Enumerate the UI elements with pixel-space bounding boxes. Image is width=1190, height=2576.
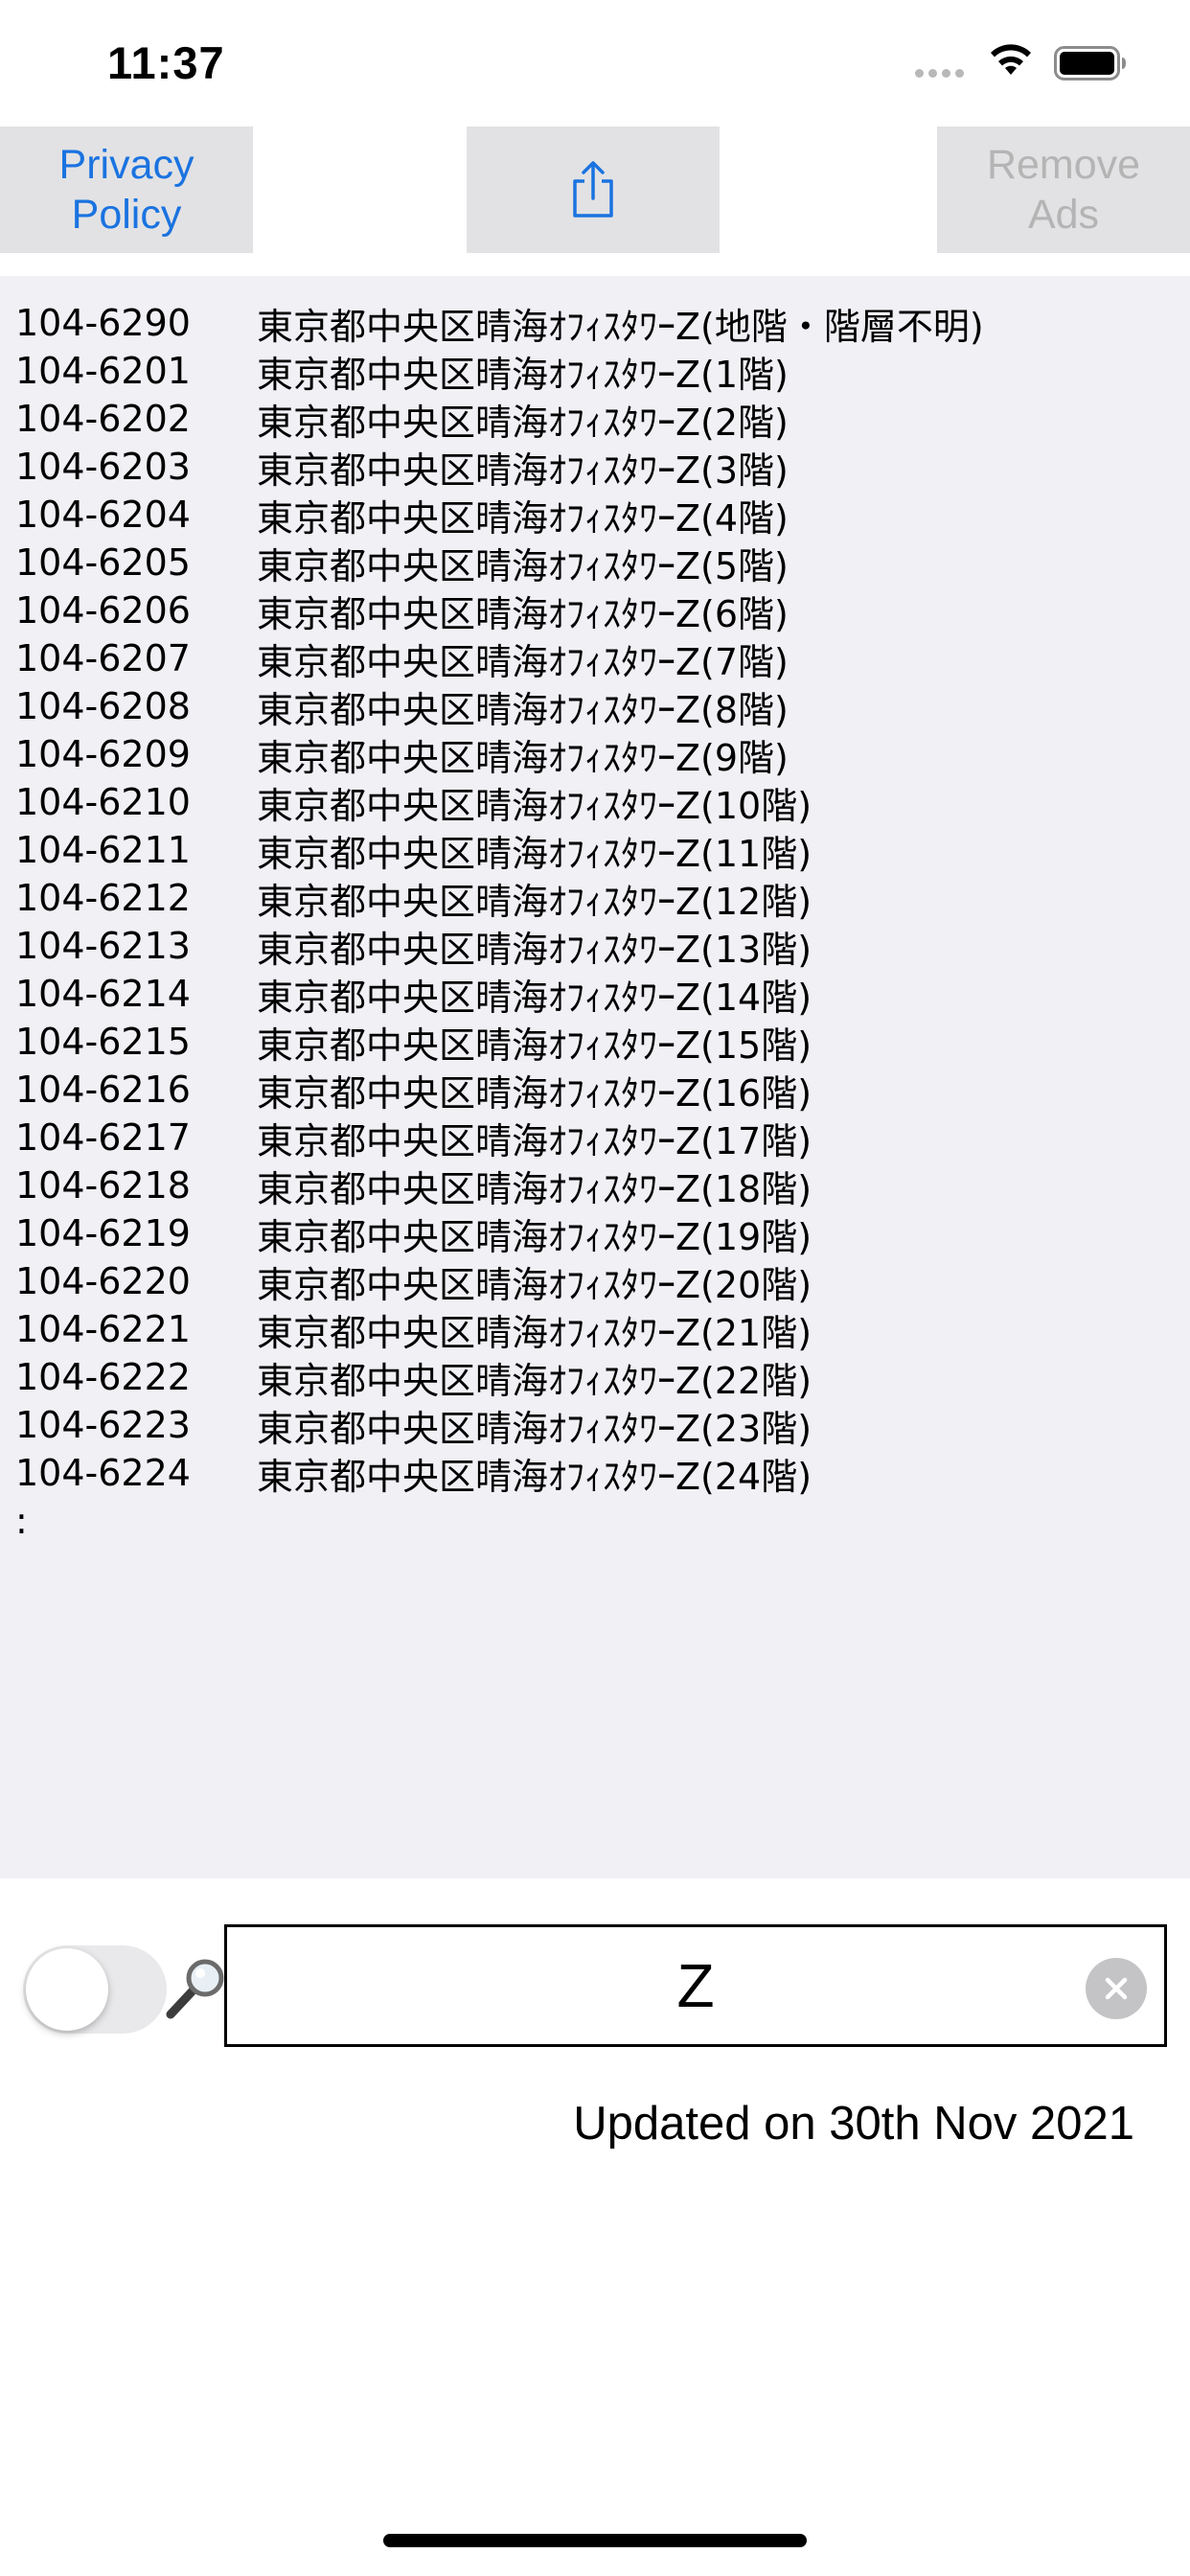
postal-code: 104-6211 bbox=[15, 829, 191, 871]
result-row: 104-6210 東京都中央区晴海ｵﾌｨｽﾀﾜｰZ(10階) bbox=[15, 778, 984, 827]
result-row: 104-6221 東京都中央区晴海ｵﾌｨｽﾀﾜｰZ(21階) bbox=[15, 1305, 984, 1354]
postal-code: 104-6203 bbox=[15, 446, 191, 488]
address-text: 東京都中央区晴海ｵﾌｨｽﾀﾜｰZ(22階) bbox=[257, 1359, 812, 1402]
address-text: 東京都中央区晴海ｵﾌｨｽﾀﾜｰZ(6階) bbox=[257, 592, 789, 635]
address-text: 東京都中央区晴海ｵﾌｨｽﾀﾜｰZ(1階) bbox=[257, 353, 789, 396]
updated-label: Updated on 30th Nov 2021 bbox=[573, 2098, 1134, 2150]
postal-code: 104-6224 bbox=[15, 1452, 191, 1494]
address-text: 東京都中央区晴海ｵﾌｨｽﾀﾜｰZ(2階) bbox=[257, 401, 789, 444]
result-row: 104-6205 東京都中央区晴海ｵﾌｨｽﾀﾜｰZ(5階) bbox=[15, 539, 984, 587]
result-row: 104-6206 東京都中央区晴海ｵﾌｨｽﾀﾜｰZ(6階) bbox=[15, 586, 984, 635]
postal-code: 104-6290 bbox=[15, 302, 191, 344]
address-text: 東京都中央区晴海ｵﾌｨｽﾀﾜｰZ(17階) bbox=[257, 1119, 812, 1162]
postal-code: 104-6207 bbox=[15, 637, 191, 679]
postal-code: 104-6221 bbox=[15, 1308, 191, 1350]
postal-code: 104-6206 bbox=[15, 589, 191, 632]
result-row: 104-6201 東京都中央区晴海ｵﾌｨｽﾀﾜｰZ(1階) bbox=[15, 347, 984, 396]
result-row: 104-6214 東京都中央区晴海ｵﾌｨｽﾀﾜｰZ(14階) bbox=[15, 970, 984, 1019]
result-row: 104-6223 東京都中央区晴海ｵﾌｨｽﾀﾜｰZ(23階) bbox=[15, 1401, 984, 1450]
postal-code: 104-6209 bbox=[15, 733, 191, 775]
share-button[interactable] bbox=[467, 126, 720, 253]
address-text: 東京都中央区晴海ｵﾌｨｽﾀﾜｰZ(9階) bbox=[257, 736, 789, 779]
postal-code: 104-6212 bbox=[15, 877, 191, 919]
address-text: 東京都中央区晴海ｵﾌｨｽﾀﾜｰZ(7階) bbox=[257, 640, 789, 683]
result-row: 104-6220 東京都中央区晴海ｵﾌｨｽﾀﾜｰZ(20階) bbox=[15, 1257, 984, 1306]
more-indicator: : bbox=[15, 1500, 28, 1542]
result-row: 104-6211 東京都中央区晴海ｵﾌｨｽﾀﾜｰZ(11階) bbox=[15, 826, 984, 875]
address-text: 東京都中央区晴海ｵﾌｨｽﾀﾜｰZ(24階) bbox=[257, 1455, 812, 1498]
address-text: 東京都中央区晴海ｵﾌｨｽﾀﾜｰZ(15階) bbox=[257, 1024, 812, 1067]
postal-code: 104-6208 bbox=[15, 685, 191, 727]
address-text: 東京都中央区晴海ｵﾌｨｽﾀﾜｰZ(18階) bbox=[257, 1167, 812, 1210]
address-text: 東京都中央区晴海ｵﾌｨｽﾀﾜｰZ(16階) bbox=[257, 1071, 812, 1115]
clear-icon bbox=[1105, 1977, 1128, 2000]
privacy-policy-button[interactable]: Privacy Policy bbox=[0, 126, 253, 253]
address-text: 東京都中央区晴海ｵﾌｨｽﾀﾜｰZ(14階) bbox=[257, 976, 812, 1019]
search-box bbox=[224, 1924, 1167, 2047]
postal-code: 104-6218 bbox=[15, 1164, 191, 1207]
address-text: 東京都中央区晴海ｵﾌｨｽﾀﾜｰZ(11階) bbox=[257, 832, 812, 875]
status-time: 11:37 bbox=[107, 37, 225, 88]
postal-code: 104-6202 bbox=[15, 398, 191, 440]
result-row: 104-6219 東京都中央区晴海ｵﾌｨｽﾀﾜｰZ(19階) bbox=[15, 1209, 984, 1258]
wifi-icon bbox=[991, 44, 1031, 75]
postal-code: 104-6210 bbox=[15, 781, 191, 823]
result-row: 104-6212 東京都中央区晴海ｵﾌｨｽﾀﾜｰZ(12階) bbox=[15, 874, 984, 923]
home-indicator[interactable] bbox=[383, 2534, 807, 2547]
address-text: 東京都中央区晴海ｵﾌｨｽﾀﾜｰZ(3階) bbox=[257, 448, 789, 492]
clear-button[interactable] bbox=[1086, 1958, 1147, 2019]
address-text: 東京都中央区晴海ｵﾌｨｽﾀﾜｰZ(12階) bbox=[257, 880, 812, 923]
result-row: 104-6216 東京都中央区晴海ｵﾌｨｽﾀﾜｰZ(16階) bbox=[15, 1066, 984, 1115]
address-text: 東京都中央区晴海ｵﾌｨｽﾀﾜｰZ(13階) bbox=[257, 928, 812, 971]
postal-code: 104-6205 bbox=[15, 541, 191, 584]
postal-code: 104-6223 bbox=[15, 1404, 191, 1446]
result-row: 104-6215 東京都中央区晴海ｵﾌｨｽﾀﾜｰZ(15階) bbox=[15, 1018, 984, 1067]
result-row: 104-6207 東京都中央区晴海ｵﾌｨｽﾀﾜｰZ(7階) bbox=[15, 634, 984, 683]
postal-code: 104-6214 bbox=[15, 973, 191, 1015]
share-icon bbox=[573, 161, 613, 218]
postal-code: 104-6217 bbox=[15, 1116, 191, 1159]
postal-code: 104-6220 bbox=[15, 1260, 191, 1302]
address-text: 東京都中央区晴海ｵﾌｨｽﾀﾜｰZ(5階) bbox=[257, 544, 789, 587]
result-row: 104-6202 東京都中央区晴海ｵﾌｨｽﾀﾜｰZ(2階) bbox=[15, 395, 984, 444]
result-row: 104-6204 東京都中央区晴海ｵﾌｨｽﾀﾜｰZ(4階) bbox=[15, 491, 984, 540]
postal-code: 104-6219 bbox=[15, 1212, 191, 1254]
results-panel[interactable]: 104-6290 東京都中央区晴海ｵﾌｨｽﾀﾜｰZ(地階・階層不明) 104-620… bbox=[0, 276, 1190, 1878]
address-text: 東京都中央区晴海ｵﾌｨｽﾀﾜｰZ(4階) bbox=[257, 496, 789, 540]
postal-code: 104-6216 bbox=[15, 1069, 191, 1111]
address-text: 東京都中央区晴海ｵﾌｨｽﾀﾜｰZ(20階) bbox=[257, 1263, 812, 1306]
result-row: 104-6217 東京都中央区晴海ｵﾌｨｽﾀﾜｰZ(17階) bbox=[15, 1114, 984, 1162]
results-list: 104-6290 東京都中央区晴海ｵﾌｨｽﾀﾜｰZ(地階・階層不明) 104-620… bbox=[15, 299, 984, 1545]
result-row: 104-6213 東京都中央区晴海ｵﾌｨｽﾀﾜｰZ(13階) bbox=[15, 922, 984, 971]
address-text: 東京都中央区晴海ｵﾌｨｽﾀﾜｰZ(19階) bbox=[257, 1215, 812, 1258]
result-row: 104-6290 東京都中央区晴海ｵﾌｨｽﾀﾜｰZ(地階・階層不明) bbox=[15, 299, 984, 348]
address-text: 東京都中央区晴海ｵﾌｨｽﾀﾜｰZ(23階) bbox=[257, 1407, 812, 1450]
address-text: 東京都中央区晴海ｵﾌｨｽﾀﾜｰZ(地階・階層不明) bbox=[257, 305, 984, 348]
result-row: 104-6209 東京都中央区晴海ｵﾌｨｽﾀﾜｰZ(9階) bbox=[15, 730, 984, 779]
toggle-knob bbox=[26, 1948, 108, 2031]
result-row: 104-6218 東京都中央区晴海ｵﾌｨｽﾀﾜｰZ(18階) bbox=[15, 1162, 984, 1210]
cellular-dots-icon bbox=[915, 69, 964, 78]
result-row: 104-6222 東京都中央区晴海ｵﾌｨｽﾀﾜｰZ(22階) bbox=[15, 1353, 984, 1402]
magnifier-icon bbox=[166, 1959, 224, 2019]
result-row: 104-6208 東京都中央区晴海ｵﾌｨｽﾀﾜｰZ(8階) bbox=[15, 682, 984, 731]
postal-code: 104-6215 bbox=[15, 1021, 191, 1063]
postal-code: 104-6204 bbox=[15, 494, 191, 536]
search-input[interactable] bbox=[227, 1927, 1164, 2044]
postal-code: 104-6222 bbox=[15, 1356, 191, 1398]
battery-icon bbox=[1054, 46, 1126, 80]
postal-code: 104-6213 bbox=[15, 925, 191, 967]
result-row: 104-6224 東京都中央区晴海ｵﾌｨｽﾀﾜｰZ(24階) bbox=[15, 1449, 984, 1498]
postal-code: 104-6201 bbox=[15, 350, 191, 392]
remove-ads-button[interactable]: Remove Ads bbox=[937, 126, 1190, 253]
result-row: 104-6203 東京都中央区晴海ｵﾌｨｽﾀﾜｰZ(3階) bbox=[15, 443, 984, 492]
address-text: 東京都中央区晴海ｵﾌｨｽﾀﾜｰZ(8階) bbox=[257, 688, 789, 731]
address-text: 東京都中央区晴海ｵﾌｨｽﾀﾜｰZ(10階) bbox=[257, 784, 812, 827]
toggle-switch[interactable] bbox=[23, 1945, 167, 2034]
address-text: 東京都中央区晴海ｵﾌｨｽﾀﾜｰZ(21階) bbox=[257, 1311, 812, 1354]
